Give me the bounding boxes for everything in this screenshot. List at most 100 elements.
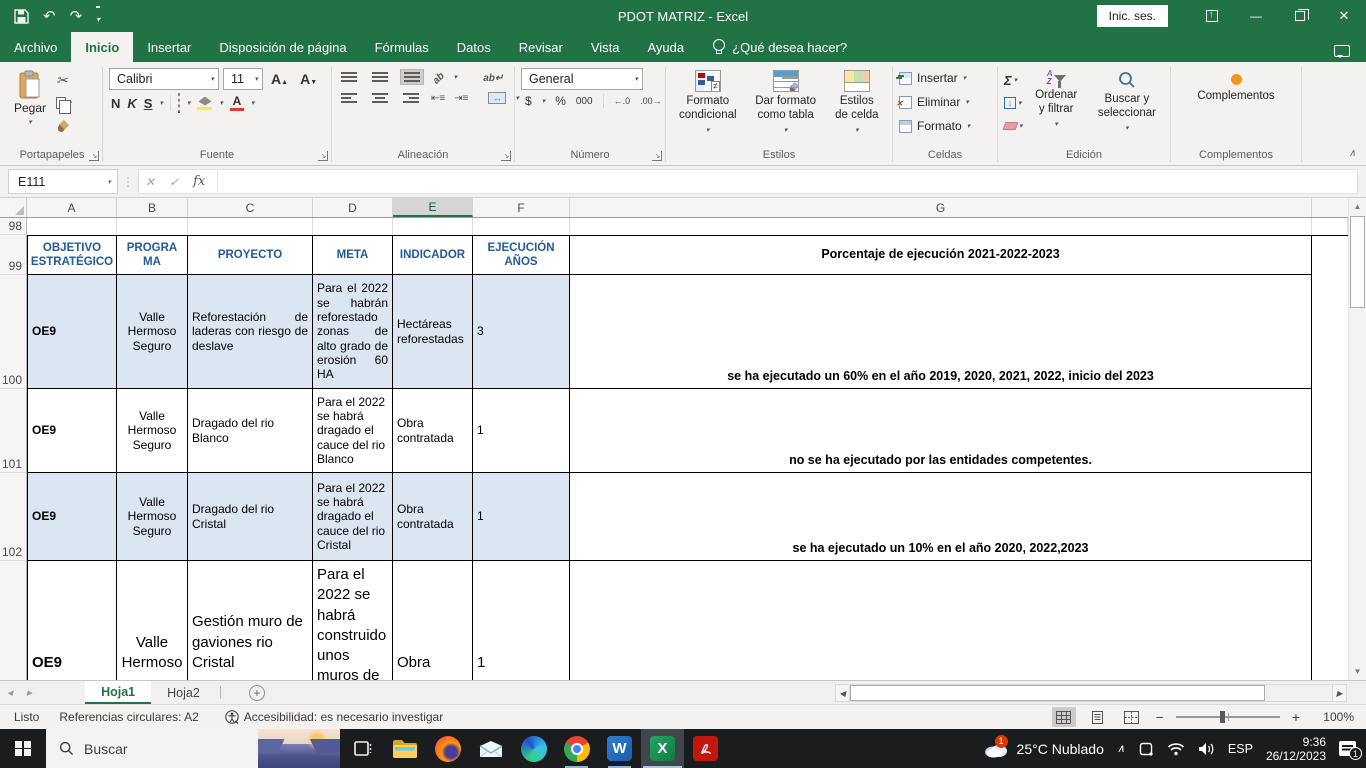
copy-button[interactable]: [56, 93, 72, 113]
chevron-down-icon[interactable]: [542, 97, 546, 105]
conditional-formatting-button[interactable]: Formato condicional: [672, 68, 744, 147]
taskbar-search-box[interactable]: Buscar: [46, 729, 340, 768]
cell-G103[interactable]: [570, 561, 1312, 680]
cell-G100[interactable]: se ha ejecutado un 60% en el año 2019, 2…: [570, 275, 1312, 389]
chrome-button[interactable]: [555, 729, 598, 768]
zoom-slider-thumb[interactable]: [1220, 711, 1225, 723]
sheet-tab-hoja2[interactable]: Hoja2: [151, 681, 216, 704]
clipboard-dialog-launcher-icon[interactable]: [89, 151, 99, 161]
insert-cells-button[interactable]: Insertar: [899, 68, 970, 88]
font-name-select[interactable]: Calibri: [109, 68, 219, 90]
wrap-text-button[interactable]: [483, 68, 503, 86]
cell-F99[interactable]: EJECUCIÓN AÑOS: [473, 235, 570, 275]
cell-C103[interactable]: Gestión muro de gaviones rio Cristal: [188, 561, 313, 680]
column-header-c[interactable]: C: [188, 198, 313, 217]
sign-in-button[interactable]: Inic. ses.: [1097, 5, 1168, 27]
page-break-view-icon[interactable]: [1120, 707, 1144, 727]
tab-inicio[interactable]: Inicio: [71, 32, 133, 62]
cell-B102[interactable]: Valle Hermoso Seguro: [117, 473, 188, 561]
cell-B100[interactable]: Valle Hermoso Seguro: [117, 275, 188, 389]
zoom-in-button[interactable]: +: [1290, 709, 1302, 725]
font-color-button[interactable]: A: [230, 96, 244, 111]
orientation-button[interactable]: ab: [433, 68, 445, 86]
tab-datos[interactable]: Datos: [443, 32, 505, 62]
cell-G99[interactable]: Porcentaje de ejecución 2021-2022-2023: [570, 235, 1312, 275]
cell-A98[interactable]: [27, 218, 117, 235]
tray-expand-icon[interactable]: [1117, 742, 1125, 755]
vertical-scroll-thumb[interactable]: [1350, 216, 1365, 308]
align-left-button[interactable]: [338, 91, 360, 105]
tab-insertar[interactable]: Insertar: [133, 32, 205, 62]
horizontal-scroll-thumb[interactable]: [850, 685, 1265, 701]
tab-disposicion[interactable]: Disposición de página: [205, 32, 360, 62]
decrease-decimal-button[interactable]: .00→: [640, 96, 662, 106]
tab-vista[interactable]: Vista: [577, 32, 634, 62]
zoom-out-button[interactable]: −: [1154, 709, 1166, 725]
cell-E98[interactable]: [393, 218, 473, 235]
scroll-left-icon[interactable]: [835, 684, 850, 702]
chevron-down-icon[interactable]: [219, 99, 223, 107]
excel-button[interactable]: X: [641, 729, 684, 768]
normal-view-icon[interactable]: [1052, 707, 1076, 727]
addins-button[interactable]: Complementos: [1190, 68, 1281, 147]
tab-formulas[interactable]: Fórmulas: [361, 32, 443, 62]
column-header-a[interactable]: A: [27, 198, 117, 217]
tab-ayuda[interactable]: Ayuda: [634, 32, 699, 62]
format-cells-button[interactable]: Formato: [899, 116, 970, 136]
word-button[interactable]: W: [598, 729, 641, 768]
tab-revisar[interactable]: Revisar: [505, 32, 577, 62]
cell-B99[interactable]: PROGRAMA: [117, 235, 188, 275]
delete-cells-button[interactable]: Eliminar: [899, 92, 970, 112]
format-as-table-button[interactable]: Dar formato como tabla: [746, 68, 826, 147]
alignment-dialog-launcher-icon[interactable]: [501, 151, 511, 161]
collapse-ribbon-icon[interactable]: [1349, 148, 1356, 159]
clear-button[interactable]: [1004, 116, 1023, 136]
sheet-nav-left-icon[interactable]: [0, 681, 20, 704]
wifi-icon[interactable]: [1167, 742, 1185, 756]
align-center-button[interactable]: [369, 91, 391, 105]
sheet-tab-hoja1[interactable]: Hoja1: [85, 681, 151, 704]
zoom-slider[interactable]: [1176, 716, 1280, 718]
ribbon-display-options-icon[interactable]: [1190, 0, 1234, 32]
row-header-99[interactable]: 99: [0, 235, 27, 275]
formula-bar-grip[interactable]: [118, 166, 138, 197]
cell-B103[interactable]: Valle Hermoso: [117, 561, 188, 680]
cell-F98[interactable]: [473, 218, 570, 235]
weather-widget[interactable]: 1 25°C Nublado: [983, 740, 1104, 758]
column-header-f[interactable]: F: [473, 198, 570, 217]
cell-F103[interactable]: 1: [473, 561, 570, 680]
scroll-right-icon[interactable]: [1332, 684, 1347, 702]
chevron-down-icon[interactable]: [187, 99, 191, 107]
cell-D101[interactable]: Para el 2022 se habrá dragado el cauce d…: [313, 389, 393, 473]
autosum-button[interactable]: [1004, 70, 1023, 90]
chevron-down-icon[interactable]: [251, 99, 255, 107]
horizontal-scrollbar[interactable]: [835, 684, 1347, 702]
tell-me-box[interactable]: ¿Qué desea hacer?: [698, 32, 861, 62]
insert-function-icon[interactable]: [193, 174, 205, 189]
undo-button[interactable]: [43, 7, 56, 25]
cell-D99[interactable]: META: [313, 235, 393, 275]
cell-D100[interactable]: Para el 2022 se habrán reforestado zonas…: [313, 275, 393, 389]
decrease-indent-button[interactable]: ⇤≡: [431, 93, 445, 104]
page-layout-view-icon[interactable]: [1086, 707, 1110, 727]
italic-button[interactable]: K: [127, 96, 136, 111]
accessibility-status[interactable]: Accesibilidad: es necesario investigar: [225, 710, 443, 724]
cell-C100[interactable]: Reforestación de laderas con riesgo de d…: [188, 275, 313, 389]
start-button[interactable]: [0, 729, 46, 768]
find-select-button[interactable]: Buscar y seleccionar: [1090, 68, 1164, 147]
cell-D102[interactable]: Para el 2022 se habrá dragado el cauce d…: [313, 473, 393, 561]
percent-button[interactable]: %: [555, 94, 566, 108]
cell-G101[interactable]: no se ha ejecutado por las entidades com…: [570, 389, 1312, 473]
fill-color-button[interactable]: [197, 97, 212, 110]
firefox-button[interactable]: [426, 729, 469, 768]
cell-F100[interactable]: 3: [473, 275, 570, 389]
file-explorer-button[interactable]: [383, 729, 426, 768]
increase-indent-button[interactable]: ⇥≡: [454, 93, 468, 104]
chevron-down-icon[interactable]: [454, 73, 458, 81]
column-header-d[interactable]: D: [313, 198, 393, 217]
cell-C102[interactable]: Dragado del rio Cristal: [188, 473, 313, 561]
restore-button[interactable]: [1278, 0, 1322, 32]
number-format-select[interactable]: General: [521, 68, 643, 90]
merge-center-button[interactable]: [488, 92, 506, 104]
cell-A101[interactable]: OE9: [27, 389, 117, 473]
